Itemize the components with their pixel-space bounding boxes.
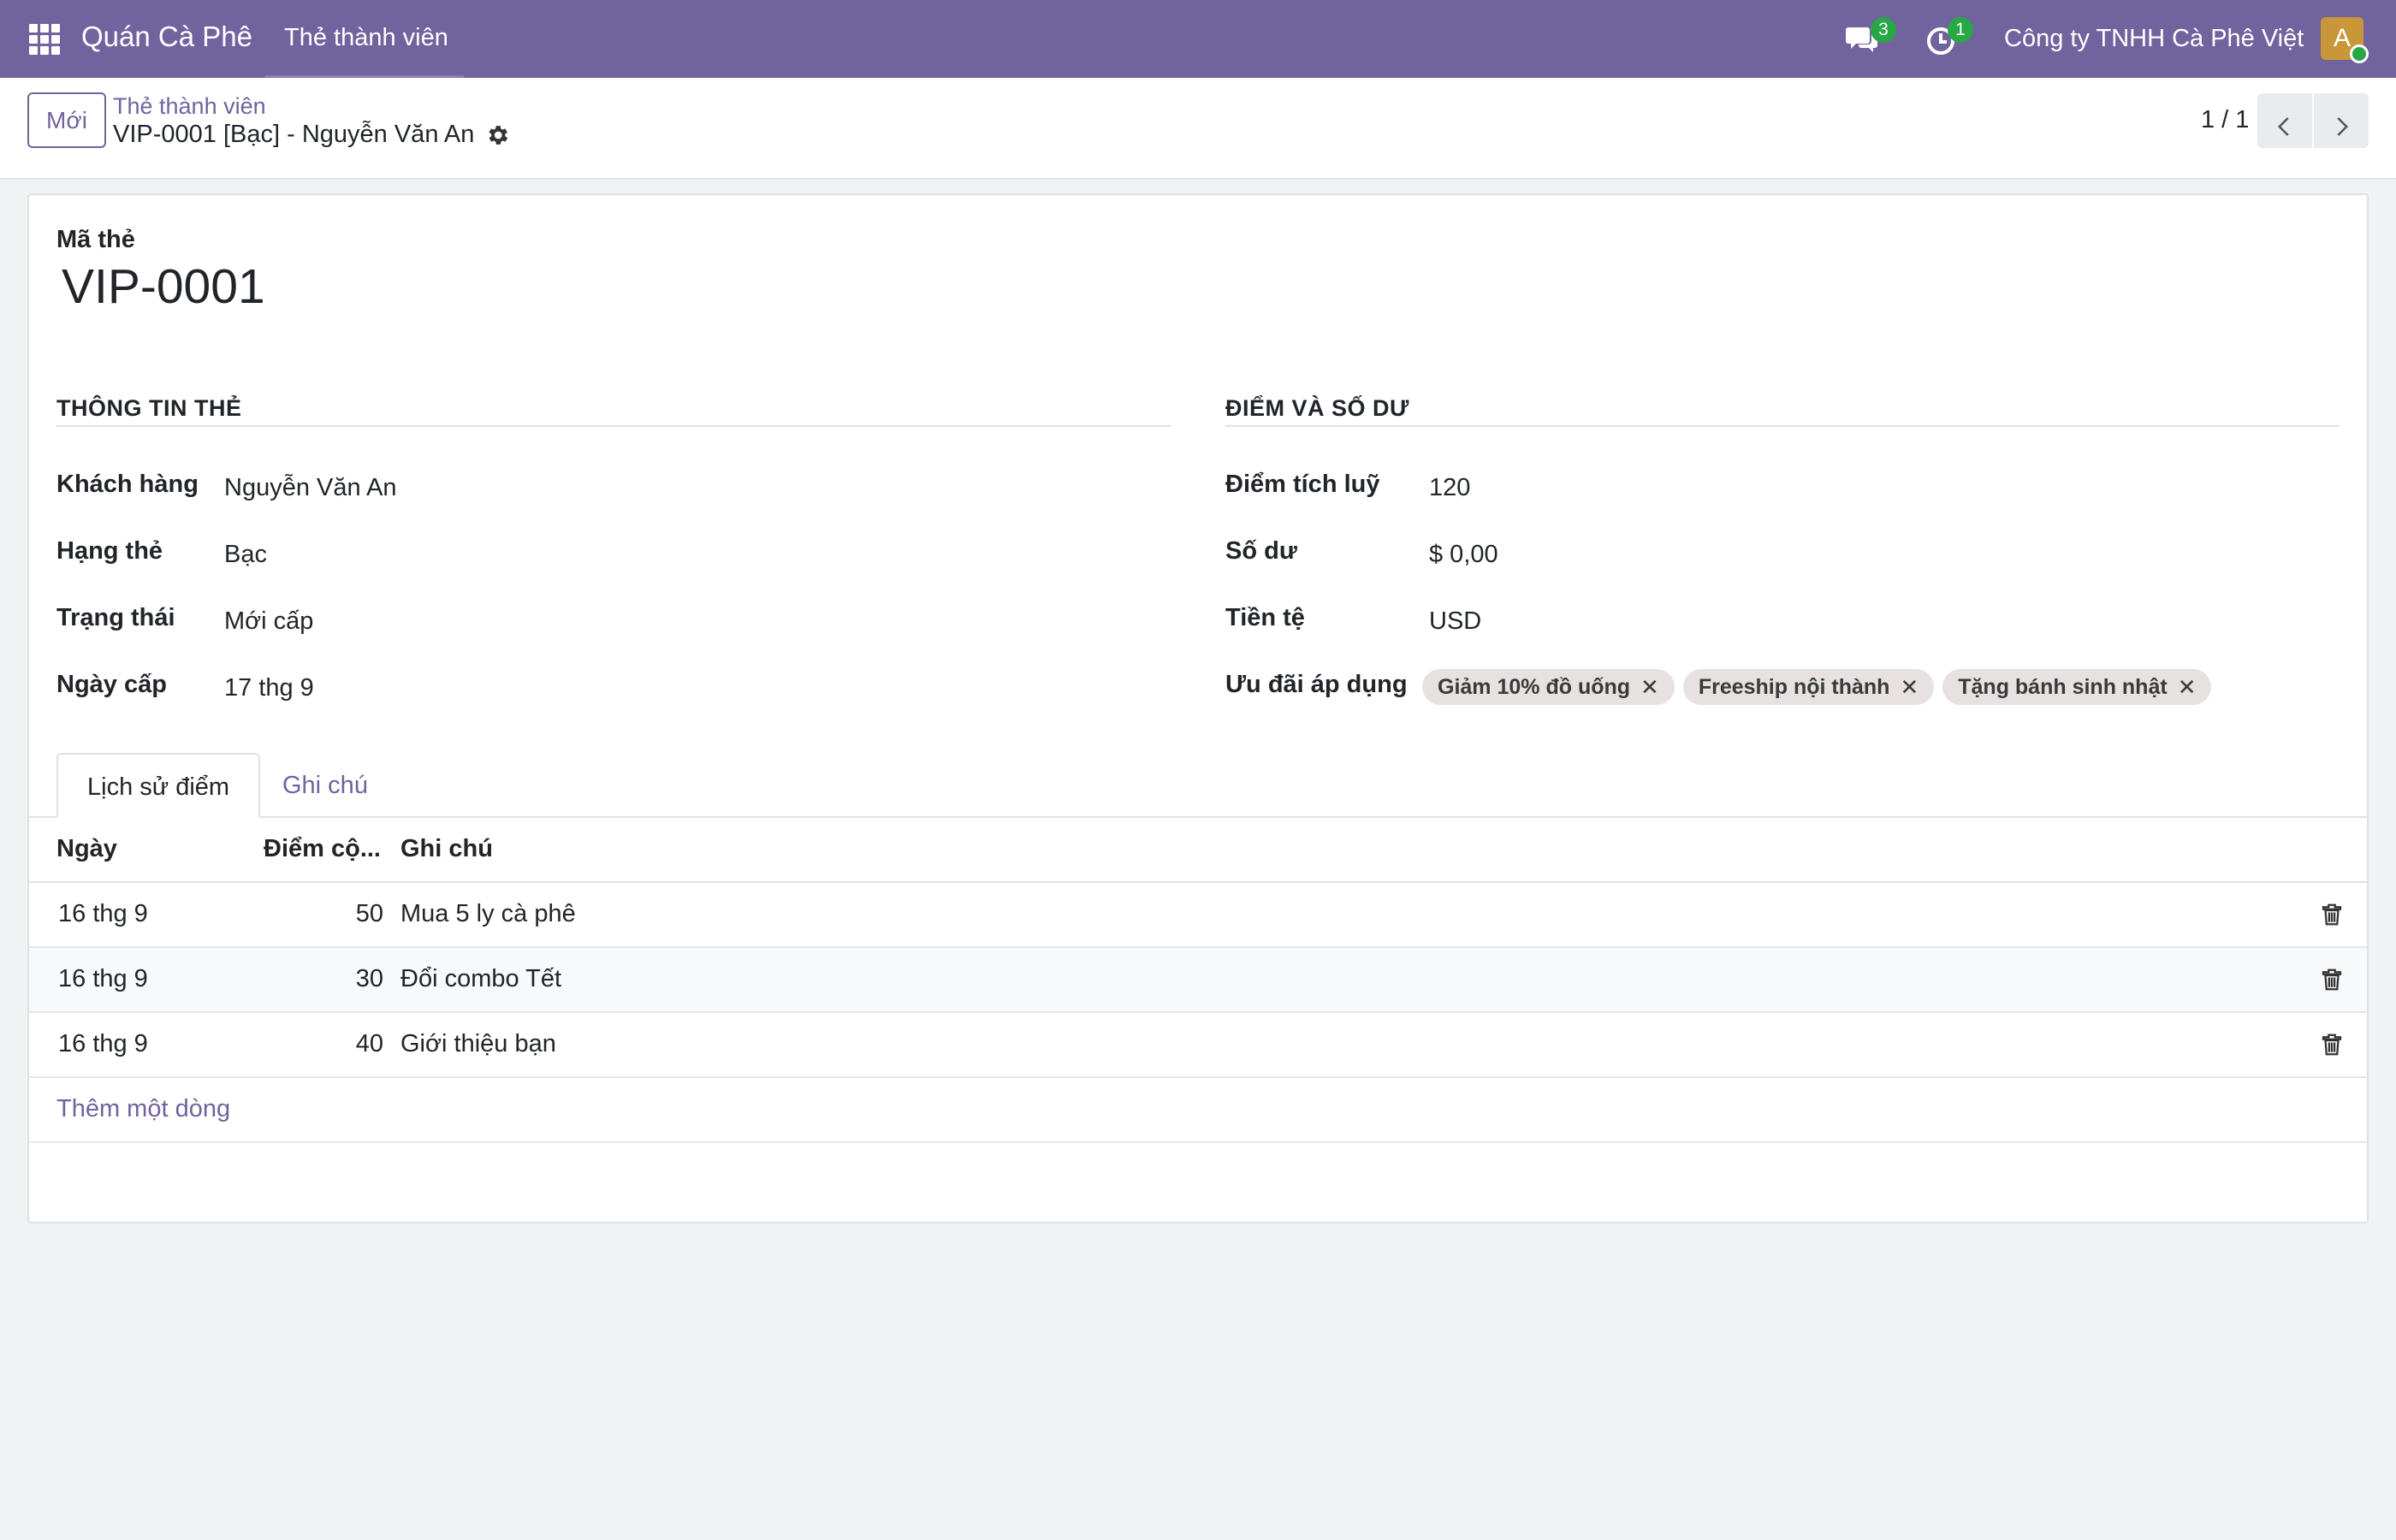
app-brand[interactable]: Quán Cà Phê: [81, 21, 252, 53]
row-note: Mua 5 ly cà phê: [400, 900, 576, 927]
chevron-right-icon: [2337, 117, 2349, 136]
online-status-icon: [2350, 44, 2369, 63]
remove-tag-icon[interactable]: ✕: [2178, 674, 2197, 701]
pager-next-button[interactable]: [2314, 93, 2369, 148]
row-points: 50: [355, 900, 383, 927]
add-line-link[interactable]: Thêm một dòng: [56, 1095, 230, 1123]
table-footer-line: [29, 1141, 2367, 1143]
trash-icon[interactable]: [2319, 1032, 2345, 1057]
remove-tag-icon[interactable]: ✕: [1640, 674, 1659, 701]
promotion-tag: Freeship nội thành ✕: [1682, 669, 1935, 705]
chevron-left-icon: [2277, 117, 2289, 136]
row-note: Giới thiệu bạn: [400, 1030, 556, 1057]
card-code-field[interactable]: VIP-0001: [62, 258, 265, 315]
apps-grid-icon[interactable]: [29, 24, 60, 55]
points-label: Điểm tích luỹ: [1225, 471, 1380, 498]
points-balance-group-title: ĐIỂM VÀ SỐ DƯ: [1225, 395, 1409, 421]
trash-icon[interactable]: [2319, 902, 2345, 927]
tag-label: Tặng bánh sinh nhật: [1958, 674, 2168, 699]
gear-icon[interactable]: [484, 122, 510, 148]
row-points: 30: [355, 965, 383, 992]
table-row[interactable]: 16 thg 9 30 Đổi combo Tết: [29, 948, 2367, 1013]
tab-points-history[interactable]: Lịch sử điểm: [56, 753, 261, 818]
row-date: 16 thg 9: [58, 900, 148, 927]
balance-label: Số dư: [1225, 537, 1297, 565]
breadcrumb-current: VIP-0001 [Bạc] - Nguyễn Văn An: [113, 121, 475, 148]
customer-label: Khách hàng: [56, 471, 199, 498]
issue-date-field[interactable]: 17 thg 9: [224, 674, 314, 702]
top-navbar: Quán Cà Phê Thẻ thành viên 3 1 Công ty T…: [0, 0, 2396, 78]
row-date: 16 thg 9: [58, 1030, 148, 1057]
status-label: Trạng thái: [56, 604, 175, 631]
chat-count-badge: 3: [1871, 17, 1896, 43]
tag-label: Freeship nội thành: [1698, 674, 1890, 699]
promotion-tag: Giảm 10% đồ uống ✕: [1422, 669, 1675, 705]
row-note: Đổi combo Tết: [400, 965, 562, 992]
card-info-group-title: THÔNG TIN THẺ: [56, 395, 242, 421]
balance-field[interactable]: $ 0,00: [1429, 541, 1498, 569]
control-panel: Mới Thẻ thành viên VIP-0001 [Bạc] - Nguy…: [0, 78, 2396, 180]
company-switcher[interactable]: Công ty TNHH Cà Phê Việt: [2004, 25, 2304, 53]
menu-member-cards[interactable]: Thẻ thành viên: [284, 24, 448, 52]
promotions-label: Ưu đãi áp dụng: [1225, 671, 1408, 698]
promotions-tags-field[interactable]: Giảm 10% đồ uống ✕ Freeship nội thành ✕ …: [1422, 669, 2212, 705]
tier-field[interactable]: Bạc: [224, 541, 267, 569]
breadcrumb-parent-link[interactable]: Thẻ thành viên: [113, 93, 266, 120]
tag-label: Giảm 10% đồ uống: [1438, 674, 1631, 699]
currency-field[interactable]: USD: [1429, 607, 1481, 636]
row-date: 16 thg 9: [58, 965, 148, 992]
group-separator: [1225, 425, 2340, 427]
table-row[interactable]: 16 thg 9 50 Mua 5 ly cà phê: [29, 883, 2367, 948]
promotion-tag: Tặng bánh sinh nhật ✕: [1942, 669, 2212, 705]
group-separator: [56, 425, 1171, 427]
card-code-label: Mã thẻ: [56, 226, 135, 253]
column-header-date[interactable]: Ngày: [56, 835, 117, 863]
customer-field[interactable]: Nguyễn Văn An: [224, 474, 397, 502]
currency-label: Tiền tệ: [1225, 604, 1305, 631]
column-header-note[interactable]: Ghi chú: [400, 835, 493, 863]
new-button[interactable]: Mới: [27, 92, 106, 148]
pager-previous-button[interactable]: [2257, 93, 2312, 148]
remove-tag-icon[interactable]: ✕: [1900, 674, 1919, 701]
issue-date-label: Ngày cấp: [56, 671, 167, 698]
status-field[interactable]: Mới cấp: [224, 607, 313, 636]
points-field[interactable]: 120: [1429, 474, 1470, 502]
pager-value[interactable]: 1 / 1: [2201, 106, 2249, 134]
trash-icon[interactable]: [2319, 967, 2345, 992]
row-points: 40: [355, 1030, 383, 1057]
tab-notes[interactable]: Ghi chú: [253, 753, 397, 818]
table-row[interactable]: 16 thg 9 40 Giới thiệu bạn: [29, 1013, 2367, 1078]
column-header-points[interactable]: Điểm cộ...: [264, 835, 381, 863]
tier-label: Hạng thẻ: [56, 537, 163, 565]
activity-count-badge: 1: [1948, 17, 1973, 43]
